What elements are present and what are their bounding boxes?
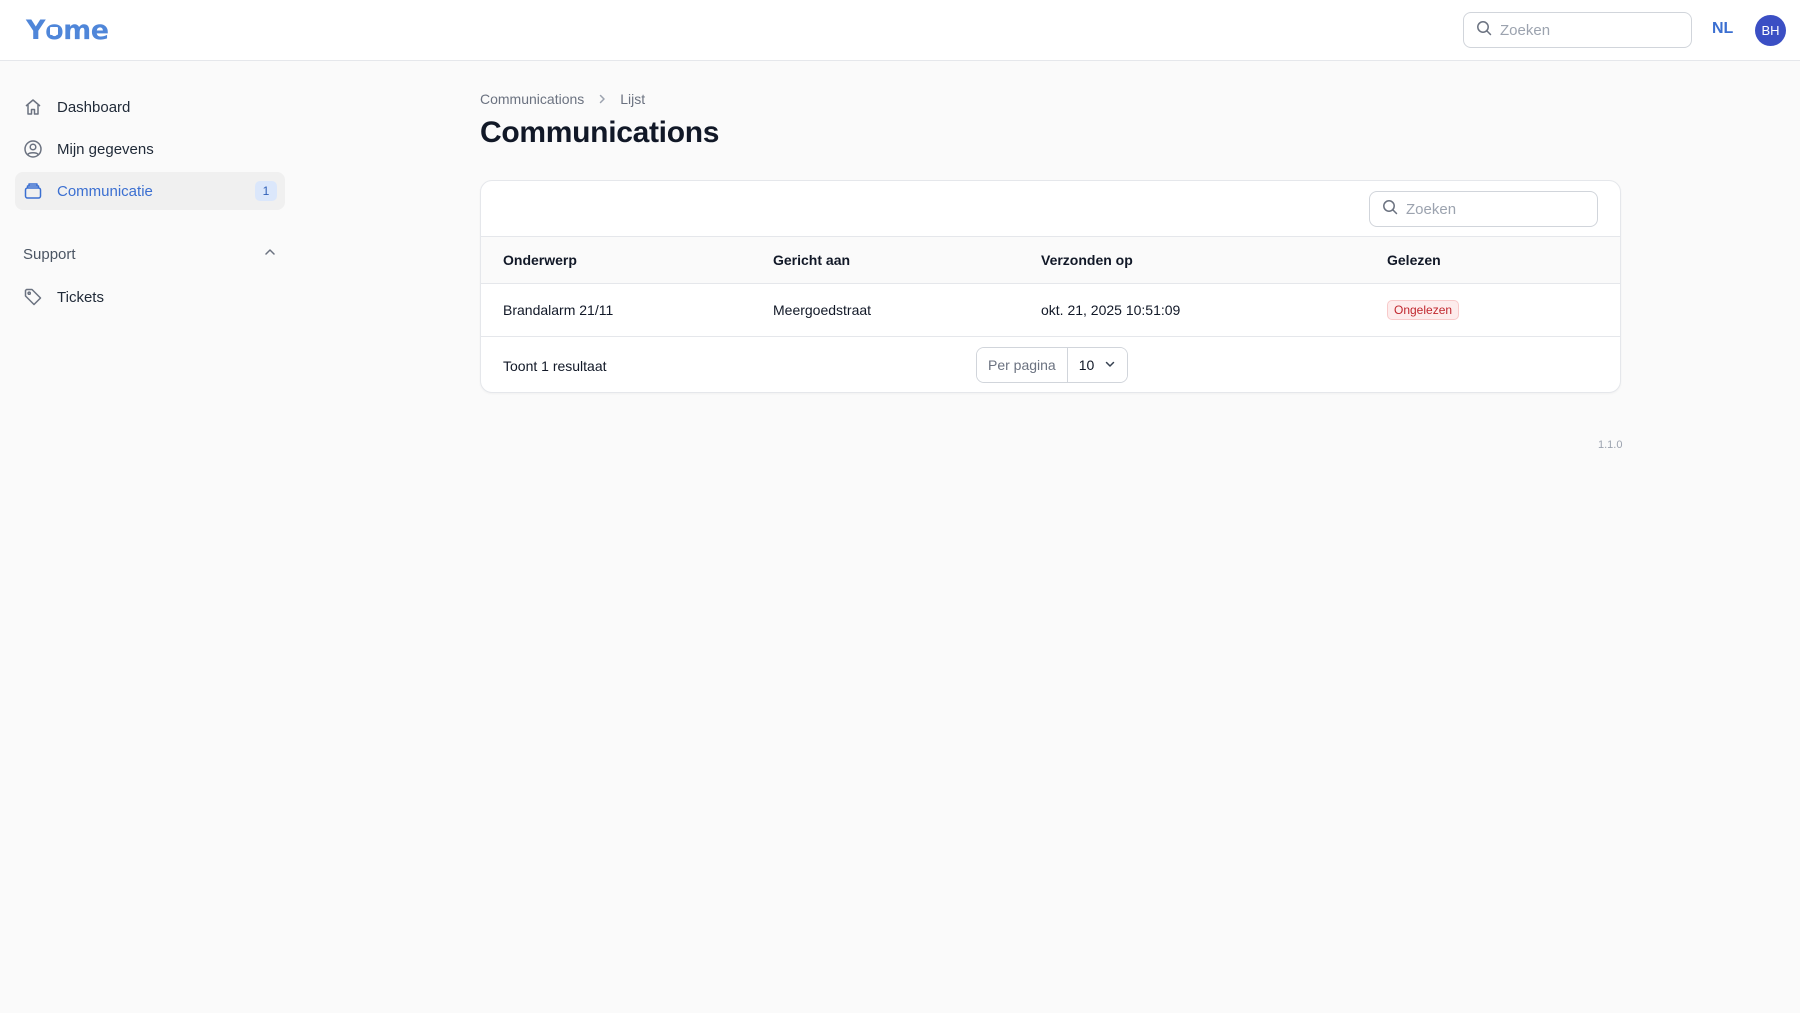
column-header-gericht-aan[interactable]: Gericht aan — [773, 237, 1041, 284]
table-search-input[interactable] — [1406, 200, 1576, 218]
communications-table-card: Onderwerp Gericht aan Verzonden op Gelez… — [480, 180, 1621, 393]
breadcrumb: Communications Lijst — [480, 91, 645, 107]
sidebar-item-label: Communicatie — [57, 182, 153, 200]
sidebar-group-label: Support — [23, 245, 76, 263]
user-circle-icon — [23, 139, 43, 159]
user-avatar[interactable]: BH — [1755, 15, 1786, 46]
sidebar-group-support[interactable]: Support — [15, 240, 285, 268]
sidebar-item-label: Dashboard — [57, 98, 131, 116]
per-page-label: Per pagina — [977, 347, 1068, 382]
global-search[interactable] — [1463, 12, 1692, 48]
table-row[interactable]: Brandalarm 21/11 Meergoedstraat okt. 21,… — [481, 283, 1620, 337]
sidebar-item-tickets[interactable]: Tickets — [15, 278, 285, 316]
tag-icon — [23, 287, 43, 307]
inbox-icon — [23, 181, 43, 201]
breadcrumb-root[interactable]: Communications — [480, 91, 584, 107]
column-header-onderwerp[interactable]: Onderwerp — [481, 237, 773, 284]
language-switcher[interactable]: NL — [1712, 20, 1733, 38]
chevron-down-icon — [1104, 357, 1116, 373]
cell-recipient: Meergoedstraat — [773, 283, 1041, 337]
sidebar-group-items: Tickets — [15, 278, 285, 316]
per-page-control: Per pagina 10 — [976, 346, 1129, 383]
communications-table: Onderwerp Gericht aan Verzonden op Gelez… — [481, 237, 1620, 337]
cell-read-status: Ongelezen — [1387, 283, 1620, 337]
home-icon — [23, 97, 43, 117]
table-toolbar — [481, 181, 1620, 237]
cell-sent-at: okt. 21, 2025 10:51:09 — [1041, 283, 1387, 337]
table-footer: Toont 1 resultaat Per pagina 10 — [481, 337, 1620, 393]
breadcrumb-current: Lijst — [620, 91, 646, 107]
app-version: 1.1.0 — [1598, 439, 1623, 451]
global-search-input[interactable] — [1500, 21, 1670, 39]
search-icon — [1476, 20, 1492, 41]
sidebar-item-label: Tickets — [57, 288, 104, 306]
yome-logo[interactable]: Yome — [26, 14, 109, 46]
logo-o: o — [45, 15, 64, 46]
table-header-row: Onderwerp Gericht aan Verzonden op Gelez… — [481, 237, 1620, 284]
unread-count-badge: 1 — [255, 181, 277, 201]
column-header-gelezen[interactable]: Gelezen — [1387, 237, 1620, 284]
chevron-up-icon[interactable] — [263, 245, 277, 263]
page-title: Communications — [480, 116, 720, 149]
cell-subject: Brandalarm 21/11 — [481, 283, 773, 337]
status-badge: Ongelezen — [1387, 299, 1460, 320]
result-count: Toont 1 resultaat — [503, 357, 607, 374]
table-search[interactable] — [1369, 191, 1598, 227]
logo-house-icon — [50, 26, 59, 35]
logo-text-me: me — [63, 14, 109, 46]
logo-text-y: Y — [26, 14, 46, 46]
search-icon — [1382, 199, 1398, 220]
top-bar: Yome NL BH — [0, 0, 1800, 61]
sidebar-item-mijn-gegevens[interactable]: Mijn gegevens — [15, 130, 285, 168]
per-page-value: 10 — [1078, 356, 1095, 373]
chevron-right-icon — [596, 93, 608, 105]
column-header-verzonden-op[interactable]: Verzonden op — [1041, 237, 1387, 284]
sidebar-item-label: Mijn gegevens — [57, 140, 154, 158]
sidebar-item-dashboard[interactable]: Dashboard — [15, 88, 285, 126]
sidebar-item-communicatie[interactable]: Communicatie 1 — [15, 172, 285, 210]
sidebar: Dashboard Mijn gegevens Communicatie 1 S… — [15, 88, 285, 320]
per-page-select[interactable]: 10 — [1067, 347, 1128, 382]
